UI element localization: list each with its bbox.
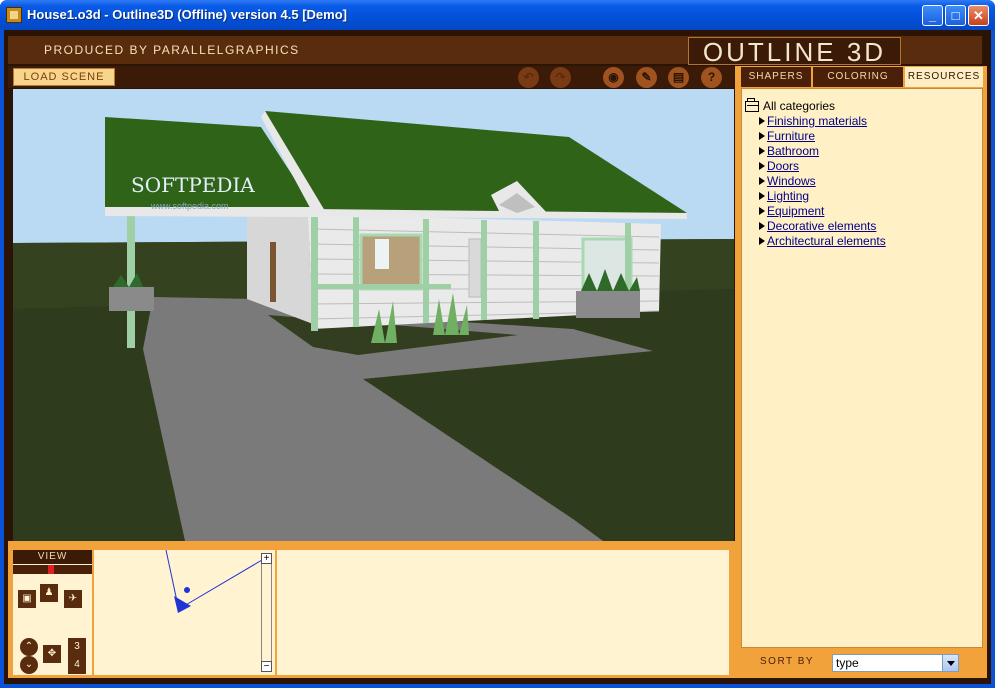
tab-shapers[interactable]: SHAPERS (741, 67, 811, 87)
expand-arrow-icon[interactable] (759, 117, 765, 125)
front-window (359, 233, 423, 291)
panel-tabs: SHAPERS COLORING RESOURCES (741, 67, 983, 87)
close-button[interactable]: ✕ (968, 5, 989, 26)
fly-view-icon[interactable]: ✈ (64, 590, 82, 608)
tree-item-architectural-elements: Architectural elements (745, 234, 886, 249)
category-link[interactable]: Lighting (767, 189, 809, 203)
category-tree: All categories Finishing materials Furni… (745, 98, 886, 249)
front-door (468, 238, 482, 298)
properties-panel (277, 550, 729, 675)
porch-rail (311, 284, 451, 289)
window-title: House1.o3d - Outline3D (Offline) version… (27, 7, 347, 22)
view-ruler-marker[interactable] (48, 565, 54, 574)
expand-arrow-icon[interactable] (759, 147, 765, 155)
expand-arrow-icon[interactable] (759, 237, 765, 245)
house-scene (13, 89, 734, 541)
side-door (270, 242, 276, 302)
app-icon[interactable] (6, 7, 22, 23)
undo-icon[interactable]: ↶ (518, 67, 539, 88)
tilt-up-icon[interactable]: ⌃ (20, 638, 38, 656)
window-pane (375, 239, 389, 269)
plan-map-drawing (165, 549, 263, 613)
view-cone-right (183, 559, 263, 607)
category-link[interactable]: Decorative elements (767, 219, 876, 233)
folder-open-icon (745, 98, 759, 112)
expand-arrow-icon[interactable] (759, 177, 765, 185)
tree-item-furniture: Furniture (745, 129, 886, 144)
zoom-in-button[interactable]: + (261, 553, 272, 564)
sort-by-label: SORT BY (760, 656, 815, 667)
maximize-button[interactable]: □ (945, 5, 966, 26)
expand-arrow-icon[interactable] (759, 207, 765, 215)
help-icon[interactable]: ? (701, 67, 722, 88)
category-link[interactable]: Doors (767, 159, 799, 173)
title-bar[interactable]: House1.o3d - Outline3D (Offline) version… (0, 0, 995, 30)
zoom-slider[interactable] (261, 553, 272, 672)
right-planter (576, 291, 640, 318)
tree-item-doors: Doors (745, 159, 886, 174)
expand-arrow-icon[interactable] (759, 132, 765, 140)
tab-resources[interactable]: RESOURCES (905, 67, 983, 87)
expand-arrow-icon[interactable] (759, 192, 765, 200)
view-3-button[interactable]: 3 (68, 638, 86, 656)
tilt-down-icon[interactable]: ⌄ (20, 656, 38, 674)
toolbar (8, 66, 734, 88)
redo-icon[interactable]: ↷ (550, 67, 571, 88)
tree-item-windows: Windows (745, 174, 886, 189)
camera-icon[interactable]: ◉ (603, 67, 624, 88)
left-planter (109, 287, 154, 311)
tree-root[interactable]: All categories (745, 98, 886, 114)
watermark-logo: SOFTPEDIA (131, 173, 255, 197)
tree-item-lighting: Lighting (745, 189, 886, 204)
category-link[interactable]: Architectural elements (767, 234, 886, 248)
brand-logo: OUTLINE 3D (688, 37, 901, 66)
category-link[interactable]: Bathroom (767, 144, 819, 158)
minimize-button[interactable]: _ (922, 5, 943, 26)
view-title: VIEW (13, 550, 92, 564)
notes-icon[interactable]: ▤ (668, 67, 689, 88)
producer-credit: PRODUCED BY PARALLELGRAPHICS (44, 43, 300, 57)
category-link[interactable]: Equipment (767, 204, 824, 218)
zoom-out-button[interactable]: − (261, 661, 272, 672)
paint-icon[interactable]: ✎ (636, 67, 657, 88)
expand-arrow-icon[interactable] (759, 222, 765, 230)
camera-position-marker (174, 596, 191, 613)
3d-viewport[interactable]: SOFTPEDIA www.softpedia.com (13, 89, 734, 541)
tree-root-label: All categories (763, 99, 836, 113)
tab-coloring[interactable]: COLORING (813, 67, 903, 87)
expand-arrow-icon[interactable] (759, 162, 765, 170)
category-link[interactable]: Finishing materials (767, 114, 867, 128)
camera-view-icon[interactable]: ▣ (18, 590, 36, 608)
plan-map[interactable] (94, 549, 275, 675)
tree-item-bathroom: Bathroom (745, 144, 886, 159)
view-4-button[interactable]: 4 (68, 656, 86, 674)
sort-by-select[interactable]: type (832, 654, 959, 672)
category-link[interactable]: Windows (767, 174, 816, 188)
watermark-url: www.softpedia.com (151, 201, 229, 211)
tree-item-decorative-elements: Decorative elements (745, 219, 886, 234)
category-link[interactable]: Furniture (767, 129, 815, 143)
dropdown-arrow-icon[interactable] (942, 655, 958, 671)
load-scene-button[interactable]: LOAD SCENE (13, 68, 115, 86)
tree-item-equipment: Equipment (745, 204, 886, 219)
target-point (184, 587, 190, 593)
move-camera-icon[interactable]: ✥ (43, 645, 61, 663)
walk-view-icon[interactable]: ♟ (40, 584, 58, 602)
tree-item-finishing-materials: Finishing materials (745, 114, 886, 129)
